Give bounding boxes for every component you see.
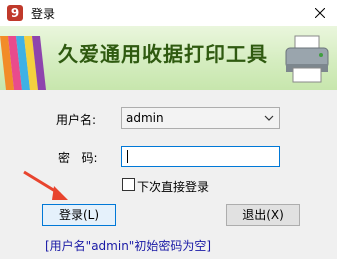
username-label: 用户名: xyxy=(56,113,97,127)
password-label: 密 码: xyxy=(58,151,98,165)
chevron-down-icon[interactable] xyxy=(263,112,275,124)
printer-icon xyxy=(285,35,329,83)
username-value: admin xyxy=(126,111,164,125)
remember-login-checkbox[interactable] xyxy=(122,178,135,191)
close-icon xyxy=(315,8,325,18)
title-bar: 9 登录 xyxy=(0,0,337,26)
banner-title: 久爱通用收据打印工具 xyxy=(58,42,268,66)
login-button[interactable]: 登录(L) xyxy=(42,204,116,226)
login-form: 用户名: admin 密 码: 下次直接登录 登录(L) 退出(X) [用户名"… xyxy=(0,90,337,259)
text-caret xyxy=(127,150,128,163)
close-button[interactable] xyxy=(303,0,337,26)
exit-button[interactable]: 退出(X) xyxy=(226,204,300,226)
password-field[interactable] xyxy=(121,146,280,167)
username-combobox[interactable]: admin xyxy=(121,107,280,129)
app-icon: 9 xyxy=(7,5,23,21)
banner: 久爱通用收据打印工具 xyxy=(0,26,337,90)
remember-login-label[interactable]: 下次直接登录 xyxy=(137,178,209,195)
color-stripes-graphic xyxy=(0,36,46,90)
window-title: 登录 xyxy=(31,7,56,21)
pointer-arrow-icon xyxy=(23,170,68,200)
initial-password-hint: [用户名"admin"初始密码为空] xyxy=(45,239,212,253)
